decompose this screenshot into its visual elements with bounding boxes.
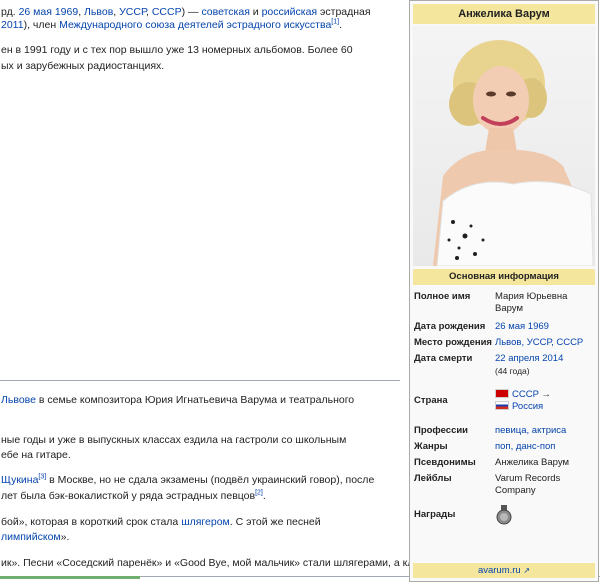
russian-link[interactable]: российская — [262, 6, 318, 18]
lviv-link[interactable]: Львов — [84, 6, 113, 18]
shchukin-link[interactable]: Щукина — [1, 474, 38, 486]
text: ». — [60, 531, 70, 543]
article-line: 2011), член Международного союза деятеле… — [1, 19, 342, 32]
section-divider — [0, 380, 400, 381]
external-link-icon: ↗ — [523, 566, 531, 575]
text: . — [339, 19, 343, 31]
row-value: СССР → Россия — [495, 389, 595, 413]
infobox-section-header: Основная информация — [413, 269, 595, 285]
ussr-link[interactable]: СССР — [556, 337, 583, 348]
dance-pop-link[interactable]: данс-поп — [516, 441, 556, 452]
portrait-illustration — [433, 40, 594, 266]
ussr-link[interactable]: СССР — [152, 6, 182, 18]
union-link[interactable]: Международного союза деятелей эстрадного… — [59, 19, 331, 31]
birth-date-link[interactable]: 26 мая 1969 — [19, 6, 79, 18]
ussr-link[interactable]: СССР — [512, 389, 539, 400]
row-value: 22 апреля 2014 (44 года) — [495, 353, 595, 377]
article-line: лет была бэк-вокалисткой у ряда эстрадны… — [1, 490, 266, 503]
row-value: Львов, УССР, СССР — [495, 337, 595, 349]
text: . С этой же песней — [229, 516, 321, 528]
infobox-title: Анжелика Варум — [413, 4, 595, 24]
article-line: ен в 1991 году и с тех пор вышло уже 13 … — [1, 44, 353, 56]
row-value: певица, актриса — [495, 425, 595, 437]
text: ) — — [181, 6, 202, 18]
text: в семье композитора Юрия Игнатьевича Вар… — [35, 394, 355, 406]
death-date-link[interactable]: 22 апреля 2014 — [495, 353, 595, 365]
row-label: Профессии — [414, 425, 469, 436]
reference-link[interactable]: [2] — [255, 490, 263, 497]
age-note: (44 года) — [495, 366, 530, 376]
article-line: лимпийском». — [1, 531, 69, 544]
row-value: Varum Records Company — [495, 473, 561, 496]
article-line: Щукина[3] в Москве, но не сдала экзамены… — [1, 474, 374, 487]
article-line: Львове в семье композитора Юрия Игнатьев… — [1, 394, 354, 407]
row-value: Мария Юрьевна Варум — [495, 291, 568, 314]
row-label: Дата рождения — [414, 321, 486, 332]
text: и — [249, 6, 262, 18]
official-site-link[interactable]: avarum.ru — [478, 565, 521, 576]
row-label: Псевдонимы — [414, 457, 476, 468]
year-link[interactable]: 2011 — [1, 19, 24, 31]
pop-link[interactable]: поп — [495, 441, 511, 452]
row-value: поп, данс-поп — [495, 441, 595, 453]
portrait-photo[interactable] — [413, 26, 595, 266]
infobox-footer: avarum.ru ↗ — [413, 563, 595, 578]
text: лет была бэк-вокалисткой у ряда эстрадны… — [1, 490, 256, 502]
ussr-ukr-link[interactable]: УССР — [119, 6, 146, 18]
text: эстрадная — [317, 6, 371, 18]
article-line: ебе на гитаре. — [1, 449, 71, 461]
olympic-link[interactable]: лимпийском — [1, 531, 61, 543]
row-label: Награды — [414, 509, 456, 520]
text: ), член — [23, 19, 60, 31]
row-value — [495, 505, 595, 529]
arrow: → — [538, 389, 552, 400]
reference-link[interactable]: [1] — [331, 19, 339, 26]
medal-icon[interactable] — [495, 505, 513, 525]
ussr-flag-icon — [495, 389, 509, 398]
row-label: Страна — [414, 395, 448, 406]
text: в Москве, но не сдала экзамены (подвёл у… — [46, 474, 375, 486]
article-line: ых и зарубежных радиостанциях. — [1, 60, 165, 72]
infobox: Анжелика Варум Основная информация Полно… — [409, 0, 599, 582]
hit-link[interactable]: шлягером — [181, 516, 230, 528]
lviv-link[interactable]: Львове — [1, 394, 36, 406]
scroll-indicator — [0, 576, 140, 579]
row-label: Лейблы — [414, 473, 452, 484]
soviet-link[interactable]: советская — [201, 6, 249, 18]
row-label: Жанры — [414, 441, 448, 452]
row-label: Полное имя — [414, 291, 471, 302]
text: . — [262, 490, 266, 502]
singer-link[interactable]: певица — [495, 425, 527, 436]
text: рд. — [1, 6, 19, 18]
actress-link[interactable]: актриса — [532, 425, 567, 436]
article-line: рд. 26 мая 1969, Львов, УССР, СССР) — со… — [1, 6, 371, 19]
row-label: Место рождения — [414, 337, 492, 348]
row-label: Дата смерти — [414, 353, 473, 364]
birth-date-link[interactable]: 26 мая 1969 — [495, 321, 595, 333]
ussr-ukr-link[interactable]: УССР — [527, 337, 551, 348]
article-line: ные годы и уже в выпускных классах ездил… — [1, 434, 347, 446]
article-body: рд. 26 мая 1969, Львов, УССР, СССР) — со… — [0, 0, 402, 583]
article-line: бой», которая в короткий срок стала шляг… — [1, 516, 321, 529]
russia-link[interactable]: Россия — [512, 401, 543, 412]
text: бой», которая в короткий срок стала — [1, 516, 182, 528]
row-value: Анжелика Варум — [495, 457, 570, 468]
lviv-link[interactable]: Львов — [495, 337, 521, 348]
russia-flag-icon — [495, 401, 509, 410]
